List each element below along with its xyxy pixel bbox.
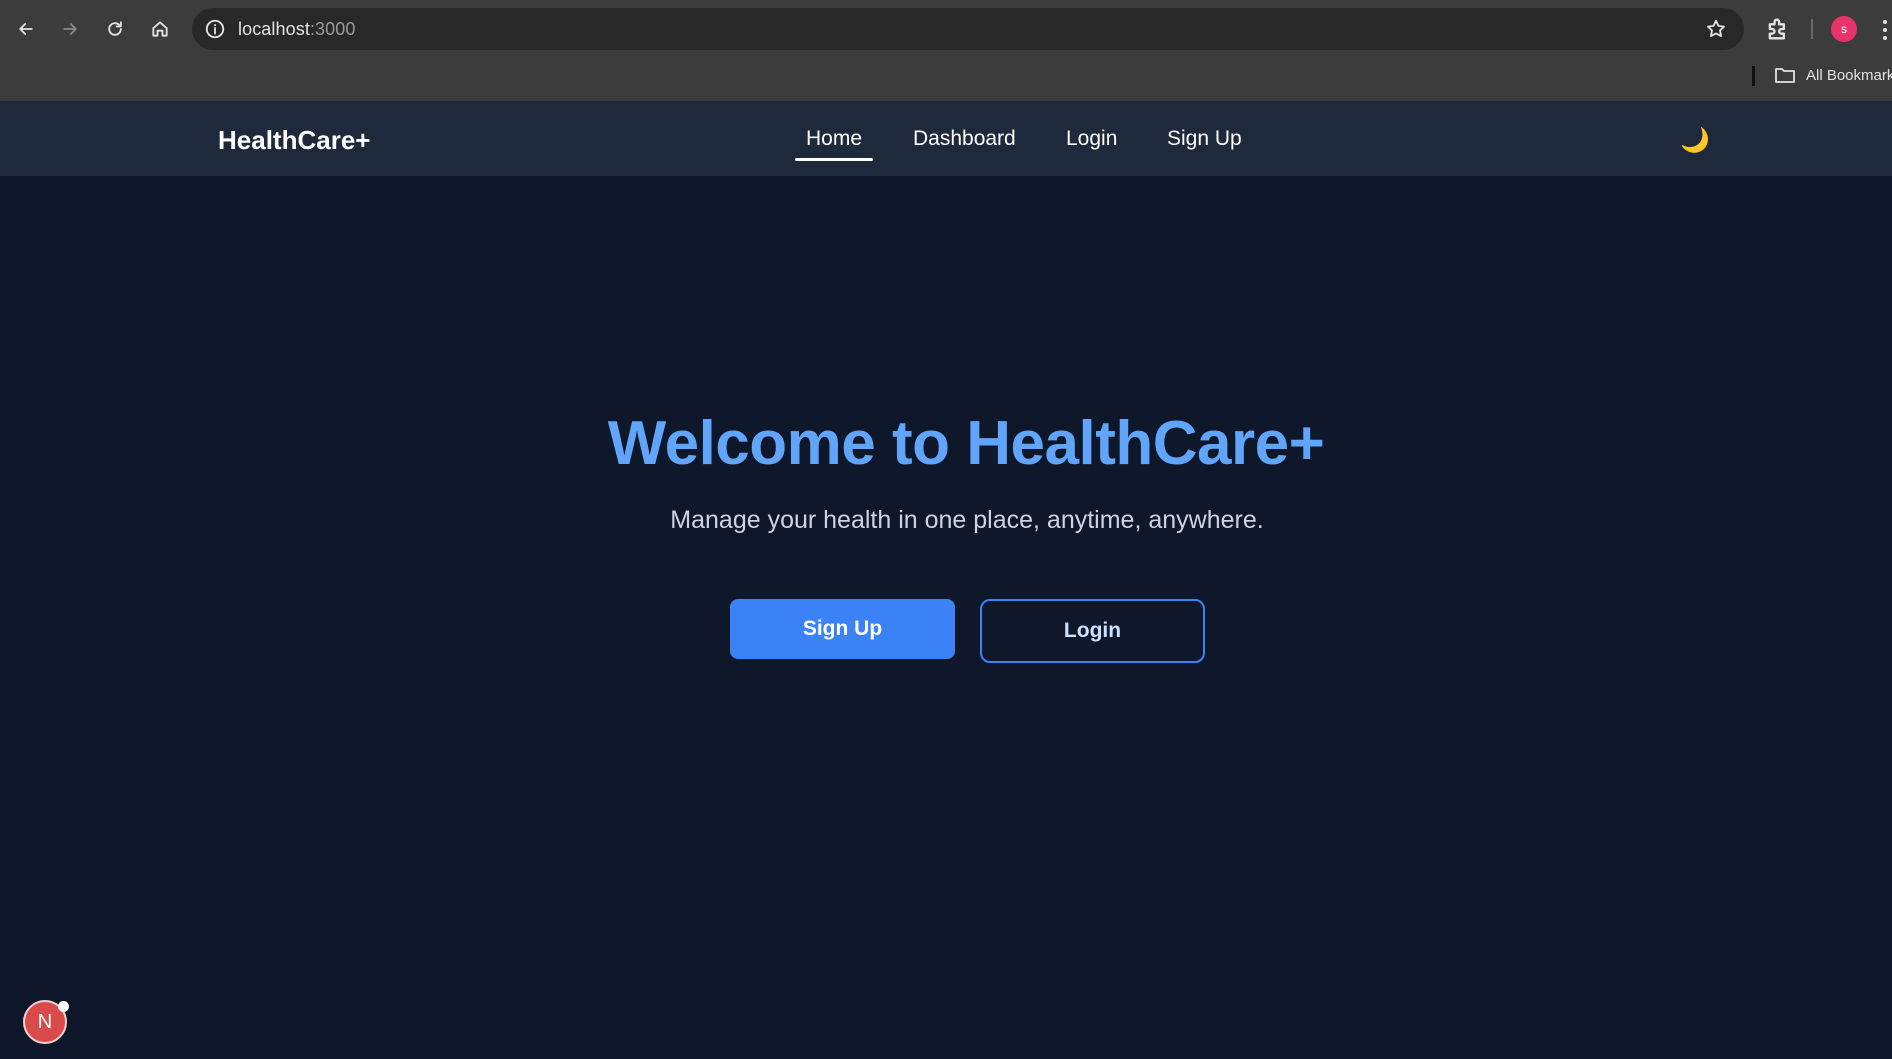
back-icon[interactable] xyxy=(8,11,44,47)
bookmarks-bar xyxy=(0,58,1892,101)
nav-link-signup[interactable]: Sign Up xyxy=(1167,127,1242,151)
moon-icon[interactable]: 🌙 xyxy=(1680,125,1710,155)
active-nav-indicator xyxy=(795,158,873,161)
hero-title: Welcome to HealthCare+ xyxy=(607,409,1325,478)
nav-link-dashboard[interactable]: Dashboard xyxy=(913,127,1016,151)
login-button[interactable]: Login xyxy=(980,599,1205,663)
hero-subtitle: Manage your health in one place, anytime… xyxy=(670,506,1264,534)
address-bar[interactable]: localhost:3000 xyxy=(192,8,1744,50)
browser-menu-icon[interactable] xyxy=(1878,18,1892,42)
forward-icon[interactable] xyxy=(52,11,88,47)
dev-badge-notification-dot xyxy=(58,1001,69,1012)
nav-link-login[interactable]: Login xyxy=(1066,127,1117,151)
reload-icon[interactable] xyxy=(97,11,133,47)
toolbar-divider xyxy=(1811,19,1813,39)
folder-icon[interactable] xyxy=(1774,66,1796,84)
url-host: localhost xyxy=(238,19,310,39)
extensions-icon[interactable] xyxy=(1764,15,1792,43)
bookmarks-divider xyxy=(1752,66,1755,86)
url-port: :3000 xyxy=(309,19,356,39)
bookmark-star-icon[interactable] xyxy=(1704,17,1728,41)
brand-logo-text[interactable]: HealthCare+ xyxy=(218,125,370,156)
home-icon[interactable] xyxy=(142,11,178,47)
browser-toolbar: localhost:3000 s xyxy=(0,0,1892,58)
app-navbar: HealthCare+ Home Dashboard Login Sign Up… xyxy=(0,101,1892,176)
signup-button[interactable]: Sign Up xyxy=(730,599,955,659)
site-info-icon[interactable] xyxy=(204,18,226,40)
profile-avatar[interactable]: s xyxy=(1831,16,1857,42)
all-bookmarks-link[interactable]: All Bookmarks xyxy=(1806,67,1892,84)
url-text[interactable]: localhost:3000 xyxy=(238,19,356,40)
nav-link-home[interactable]: Home xyxy=(806,127,862,151)
